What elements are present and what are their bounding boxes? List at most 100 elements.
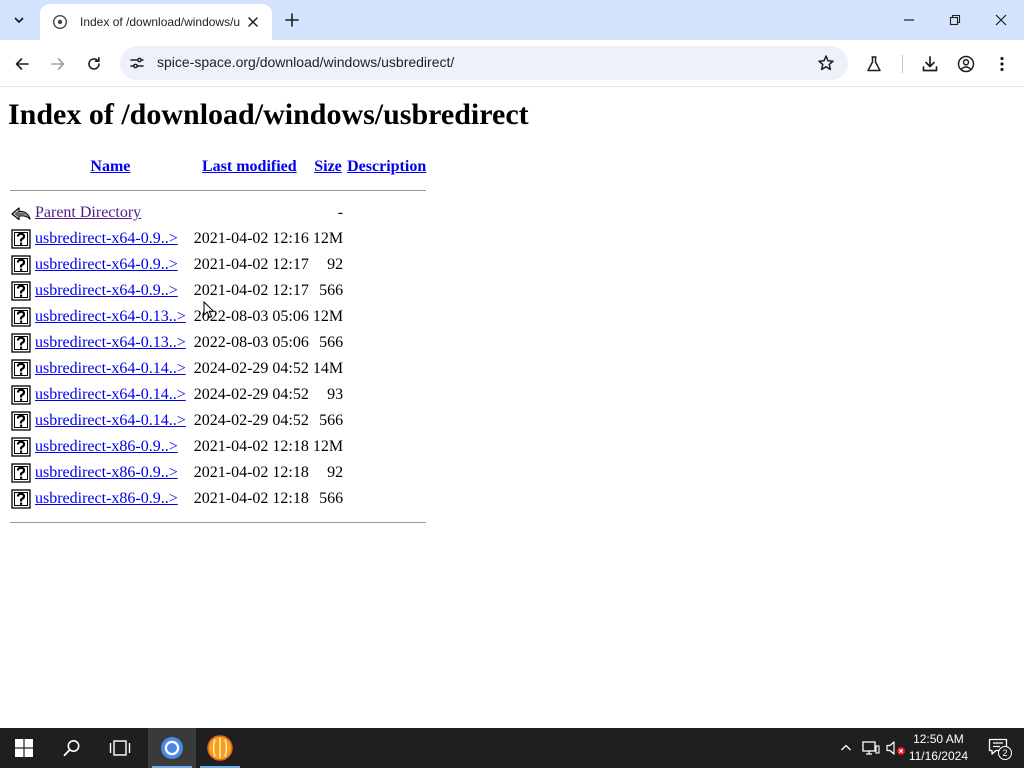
file-modified: 2021-04-02 12:16 — [193, 230, 309, 247]
forward-button[interactable] — [44, 50, 72, 78]
file-description — [345, 408, 428, 434]
clock-date: 11/16/2024 — [908, 749, 968, 763]
file-size: 566 — [319, 282, 344, 299]
file-description — [345, 252, 428, 278]
file-link[interactable]: usbredirect-x64-0.13..> — [35, 308, 186, 325]
file-link[interactable]: usbredirect-x64-0.13..> — [35, 334, 186, 351]
volume-muted-icon — [886, 741, 905, 755]
more-vert-icon — [1000, 56, 1004, 72]
file-link[interactable]: usbredirect-x64-0.14..> — [35, 412, 186, 429]
file-row: usbredirect-x64-0.14..> 2024-02-29 04:52 1… — [8, 356, 428, 382]
chevron-up-icon — [841, 744, 851, 751]
minimize-button[interactable] — [886, 0, 932, 40]
labs-button[interactable] — [862, 52, 886, 76]
download-icon — [922, 56, 938, 72]
file-size: 566 — [319, 412, 344, 429]
sort-by-date-link[interactable]: Last modified — [202, 158, 297, 175]
tab-search-button[interactable] — [6, 7, 32, 33]
menu-button[interactable] — [990, 52, 1014, 76]
url-text[interactable]: spice-space.org/download/windows/usbredi… — [157, 54, 454, 70]
sort-by-name-link[interactable]: Name — [90, 158, 130, 175]
file-link[interactable]: usbredirect-x86-0.9..> — [35, 438, 178, 455]
file-size: 12M — [312, 230, 344, 247]
unknown-file-icon — [11, 281, 31, 301]
taskbar-chrome[interactable] — [148, 728, 196, 768]
mouse-cursor-icon — [203, 301, 215, 319]
file-link[interactable]: usbredirect-x64-0.9..> — [35, 230, 178, 247]
file-link[interactable]: usbredirect-x64-0.14..> — [35, 360, 186, 377]
divider-row — [8, 512, 428, 532]
profile-icon — [957, 55, 975, 73]
file-description — [345, 382, 428, 408]
system-clock[interactable]: 12:50 AM 11/16/2024 — [909, 731, 968, 765]
file-row: usbredirect-x64-0.9..> 2021-04-02 12:17 92 — [8, 252, 428, 278]
task-view-button[interactable] — [96, 728, 144, 768]
unknown-file-icon — [11, 333, 31, 353]
close-icon[interactable] — [244, 13, 262, 31]
unknown-file-icon — [11, 307, 31, 327]
taskbar-vlc[interactable] — [196, 728, 244, 768]
file-size: 93 — [327, 386, 344, 403]
profile-button[interactable] — [954, 52, 978, 76]
star-icon[interactable] — [816, 53, 836, 73]
divider — [10, 521, 427, 523]
file-description — [345, 226, 428, 252]
tab-strip: Index of /download/windows/u — [0, 0, 1024, 40]
unknown-file-icon — [11, 463, 31, 483]
file-row: usbredirect-x64-0.9..> 2021-04-02 12:16 12… — [8, 226, 428, 252]
restore-button[interactable] — [932, 0, 978, 40]
taskbar: 12:50 AM 11/16/2024 2 — [0, 728, 1024, 768]
file-description — [345, 486, 428, 512]
back-arrow-icon — [11, 207, 31, 221]
directory-listing: Name Last modified Size Description Pare… — [8, 154, 428, 532]
file-modified: 2024-02-29 04:52 — [193, 386, 309, 403]
file-size: 14M — [312, 360, 344, 377]
chevron-down-icon — [14, 17, 24, 23]
file-row: usbredirect-x64-0.13..> 2022-08-03 05:06 1… — [8, 304, 428, 330]
parent-size: - — [337, 204, 344, 221]
file-link[interactable]: usbredirect-x86-0.9..> — [35, 464, 178, 481]
header-icon-cell — [8, 154, 33, 180]
browser-tab[interactable]: Index of /download/windows/u — [40, 4, 272, 40]
close-icon — [995, 14, 1007, 26]
file-modified: 2021-04-02 12:18 — [193, 490, 309, 507]
downloads-button[interactable] — [918, 52, 942, 76]
page-content: Index of /download/windows/usbredirect N… — [0, 88, 1024, 728]
toolbar-divider — [902, 55, 903, 73]
unknown-file-icon — [11, 489, 31, 509]
file-modified: 2024-02-29 04:52 — [193, 360, 309, 377]
file-link[interactable]: usbredirect-x64-0.9..> — [35, 256, 178, 273]
unknown-file-icon — [11, 437, 31, 457]
file-link[interactable]: usbredirect-x64-0.14..> — [35, 386, 186, 403]
file-size: 566 — [319, 490, 344, 507]
volume-button[interactable] — [884, 728, 908, 768]
file-size: 566 — [319, 334, 344, 351]
file-row: usbredirect-x64-0.14..> 2024-02-29 04:52 5… — [8, 408, 428, 434]
reload-button[interactable] — [80, 50, 108, 78]
file-size: 92 — [327, 464, 344, 481]
file-link[interactable]: usbredirect-x86-0.9..> — [35, 490, 178, 507]
notification-count: 2 — [998, 746, 1012, 760]
app-icon — [207, 735, 233, 761]
close-window-button[interactable] — [978, 0, 1024, 40]
action-center-button[interactable]: 2 — [988, 738, 1012, 760]
task-view-icon — [109, 740, 131, 756]
new-tab-button[interactable] — [280, 8, 304, 32]
parent-modified — [188, 200, 311, 226]
clock-time: 12:50 AM — [913, 732, 964, 746]
search-icon — [63, 740, 80, 757]
show-hidden-icons-button[interactable] — [836, 728, 856, 768]
divider — [10, 189, 427, 191]
file-modified: 2022-08-03 05:06 — [193, 334, 309, 351]
site-settings-icon[interactable] — [128, 54, 146, 72]
sort-by-size-link[interactable]: Size — [314, 158, 342, 175]
sort-by-description-link[interactable]: Description — [347, 158, 426, 175]
unknown-file-icon — [11, 229, 31, 249]
search-button[interactable] — [48, 728, 96, 768]
address-bar[interactable]: spice-space.org/download/windows/usbredi… — [120, 46, 848, 80]
parent-directory-link[interactable]: Parent Directory — [35, 204, 141, 221]
back-button[interactable] — [8, 50, 36, 78]
network-button[interactable] — [860, 728, 882, 768]
start-button[interactable] — [0, 728, 48, 768]
file-link[interactable]: usbredirect-x64-0.9..> — [35, 282, 178, 299]
